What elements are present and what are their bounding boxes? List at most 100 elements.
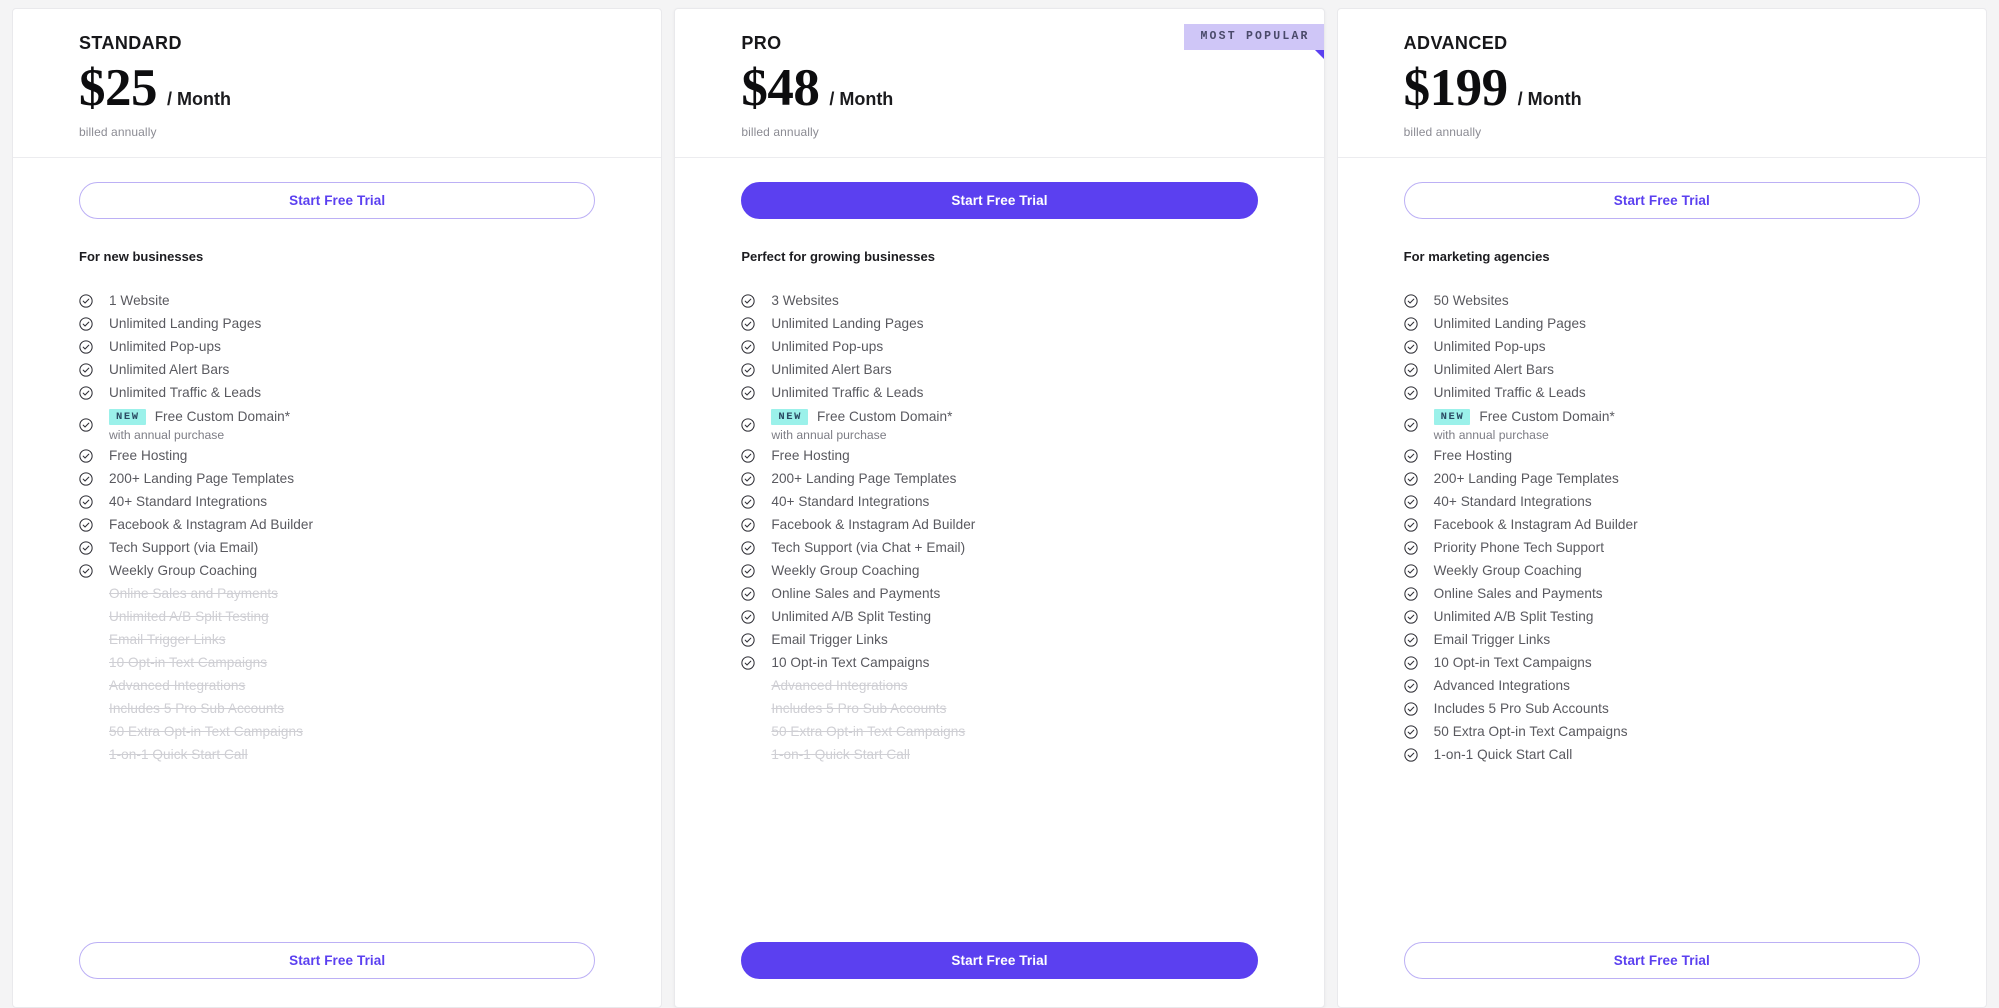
plan-name: STANDARD bbox=[79, 33, 182, 53]
plan-billing-note: billed annually bbox=[1403, 125, 1482, 140]
check-circle-icon bbox=[79, 317, 93, 331]
check-circle-icon bbox=[741, 294, 755, 308]
plan-header-inner: ADVANCED $199 / Month billed annually bbox=[1338, 33, 1986, 139]
feature-item: Unlimited Landing Pages bbox=[79, 313, 595, 336]
feature-item: Unlimited A/B Split Testing bbox=[741, 606, 1257, 629]
check-circle-icon bbox=[79, 472, 93, 486]
check-circle-icon bbox=[1404, 294, 1418, 308]
feature-item: 200+ Landing Page Templates bbox=[1404, 468, 1920, 491]
plan-tagline: For marketing agencies bbox=[1403, 249, 1550, 265]
feature-label: Weekly Group Coaching bbox=[1433, 563, 1582, 579]
feature-text-stack: NEW Free Custom Domain* with annual purcha… bbox=[1433, 406, 1615, 444]
feature-label: Unlimited Pop-ups bbox=[1433, 339, 1546, 355]
feature-label: Unlimited A/B Split Testing bbox=[1433, 609, 1594, 625]
feature-label: Online Sales and Payments bbox=[1433, 586, 1603, 602]
feature-label: 10 Opt-in Text Campaigns bbox=[771, 655, 930, 671]
plan-price-row: $25 / Month bbox=[79, 60, 595, 117]
feature-item: 1-on-1 Quick Start Call bbox=[1404, 744, 1920, 767]
feature-label: Weekly Group Coaching bbox=[771, 563, 920, 579]
feature-item: 40+ Standard Integrations bbox=[741, 491, 1257, 514]
check-circle-icon bbox=[1404, 656, 1418, 670]
check-circle-icon bbox=[741, 587, 755, 601]
check-circle-icon bbox=[1404, 564, 1418, 578]
check-circle-icon bbox=[1404, 748, 1418, 762]
check-circle-icon bbox=[741, 495, 755, 509]
feature-label: Advanced Integrations bbox=[1433, 678, 1570, 694]
feature-label: Unlimited Alert Bars bbox=[1433, 362, 1555, 378]
feature-item: 1 Website bbox=[79, 290, 595, 313]
feature-label: Free Custom Domain* bbox=[1479, 409, 1615, 425]
feature-item: Unlimited Landing Pages bbox=[1404, 313, 1920, 336]
feature-item: Email Trigger Links bbox=[741, 629, 1257, 652]
feature-label: 200+ Landing Page Templates bbox=[109, 471, 295, 487]
plan-period: / Month bbox=[1517, 88, 1582, 109]
feature-label: Free Custom Domain* bbox=[817, 409, 953, 425]
feature-item: 10 Opt-in Text Campaigns bbox=[741, 652, 1257, 675]
feature-label: Includes 5 Pro Sub Accounts bbox=[1433, 701, 1609, 717]
check-circle-icon bbox=[79, 386, 93, 400]
feature-label: Unlimited Landing Pages bbox=[771, 316, 924, 332]
feature-label: Includes 5 Pro Sub Accounts bbox=[109, 701, 285, 717]
check-circle-icon bbox=[1404, 340, 1418, 354]
cta-top-zone: Start Free Trial bbox=[1338, 158, 1986, 220]
start-free-trial-button-top[interactable]: Start Free Trial bbox=[741, 182, 1258, 220]
feature-item: Unlimited A/B Split Testing bbox=[1404, 606, 1920, 629]
check-circle-icon bbox=[1404, 449, 1418, 463]
feature-item: Unlimited Alert Bars bbox=[79, 359, 595, 382]
check-circle-icon bbox=[1404, 317, 1418, 331]
feature-item: Includes 5 Pro Sub Accounts bbox=[1404, 698, 1920, 721]
plan-card-pro: MOST POPULAR PRO $48 / Month billed annu… bbox=[674, 8, 1325, 1008]
feature-label: 40+ Standard Integrations bbox=[1433, 494, 1592, 510]
start-free-trial-button-bottom[interactable]: Start Free Trial bbox=[741, 942, 1258, 979]
feature-label: Weekly Group Coaching bbox=[109, 563, 258, 579]
feature-label: 50 Websites bbox=[1433, 293, 1509, 309]
feature-item: Weekly Group Coaching bbox=[79, 560, 595, 583]
feature-sublabel: with annual purchase bbox=[1433, 428, 1549, 443]
feature-main-row: NEW Free Custom Domain* bbox=[771, 406, 952, 427]
feature-item: Tech Support (via Email) bbox=[79, 537, 595, 560]
check-circle-icon bbox=[79, 495, 93, 509]
plan-name: ADVANCED bbox=[1403, 33, 1508, 53]
feature-item: Unlimited Traffic & Leads bbox=[1404, 382, 1920, 405]
feature-item: Weekly Group Coaching bbox=[741, 560, 1257, 583]
feature-main-row: NEW Free Custom Domain* bbox=[1433, 406, 1615, 427]
check-circle-icon bbox=[741, 656, 755, 670]
feature-label: Unlimited Pop-ups bbox=[109, 339, 221, 355]
start-free-trial-button-top[interactable]: Start Free Trial bbox=[79, 182, 596, 220]
cta-bottom-zone: Start Free Trial bbox=[13, 914, 661, 1007]
check-circle-icon bbox=[741, 610, 755, 624]
feature-list: 1 Website Unlimited Landing Pages Unlimite… bbox=[13, 264, 661, 767]
check-circle-icon bbox=[741, 541, 755, 555]
feature-label: 1-on-1 Quick Start Call bbox=[1433, 747, 1573, 763]
feature-label: Facebook & Instagram Ad Builder bbox=[771, 517, 976, 533]
feature-item: Online Sales and Payments bbox=[79, 583, 595, 606]
start-free-trial-button-bottom[interactable]: Start Free Trial bbox=[1403, 942, 1920, 979]
cta-bottom-zone: Start Free Trial bbox=[1338, 914, 1986, 1007]
plan-header: MOST POPULAR PRO $48 / Month billed annu… bbox=[675, 9, 1324, 159]
feature-label: Email Trigger Links bbox=[1433, 632, 1551, 648]
check-circle-icon bbox=[741, 449, 755, 463]
feature-item: 50 Extra Opt-in Text Campaigns bbox=[1404, 721, 1920, 744]
feature-item: Free Hosting bbox=[79, 445, 595, 468]
feature-label: 1-on-1 Quick Start Call bbox=[771, 747, 910, 763]
feature-main-row: NEW Free Custom Domain* bbox=[109, 406, 290, 427]
check-circle-icon bbox=[1404, 587, 1418, 601]
start-free-trial-button-top[interactable]: Start Free Trial bbox=[1403, 182, 1920, 220]
feature-item: Unlimited Landing Pages bbox=[741, 313, 1257, 336]
cta-bottom-zone: Start Free Trial bbox=[675, 914, 1323, 1007]
feature-item: Unlimited Alert Bars bbox=[1404, 359, 1920, 382]
feature-item: Email Trigger Links bbox=[1404, 629, 1920, 652]
check-circle-icon bbox=[741, 418, 755, 432]
feature-item: Priority Phone Tech Support bbox=[1404, 537, 1920, 560]
plan-tagline: For new businesses bbox=[79, 249, 204, 265]
start-free-trial-button-bottom[interactable]: Start Free Trial bbox=[79, 942, 596, 979]
feature-item: Unlimited Pop-ups bbox=[79, 336, 595, 359]
new-badge: NEW bbox=[109, 408, 146, 426]
feature-label: Free Hosting bbox=[771, 448, 850, 464]
feature-item: NEW Free Custom Domain* with annual purcha… bbox=[79, 405, 595, 445]
feature-label: Unlimited A/B Split Testing bbox=[771, 609, 932, 625]
feature-label: 40+ Standard Integrations bbox=[771, 494, 930, 510]
feature-label: 10 Opt-in Text Campaigns bbox=[1433, 655, 1592, 671]
feature-item: Advanced Integrations bbox=[1404, 675, 1920, 698]
feature-item: 10 Opt-in Text Campaigns bbox=[1404, 652, 1920, 675]
